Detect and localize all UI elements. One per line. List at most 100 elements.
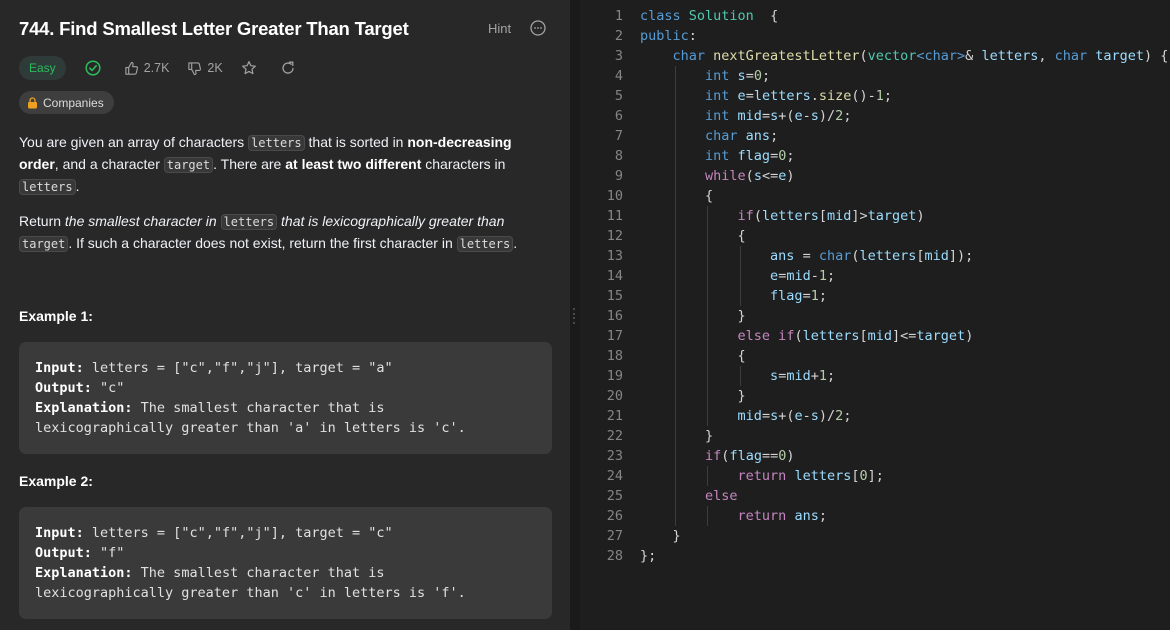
code-text: int e=letters.size()-1;	[640, 86, 892, 106]
code-line[interactable]: 4 int s=0;	[580, 66, 1168, 86]
code-token: }	[737, 308, 746, 324]
code-token: )	[916, 208, 925, 224]
code-line[interactable]: 1 class Solution {	[580, 6, 1168, 26]
resize-handle-icon[interactable]	[573, 308, 576, 324]
code-token: s	[810, 108, 819, 124]
code-token: target	[1095, 48, 1145, 64]
code-line[interactable]: 9 while(s<=e)	[580, 166, 1168, 186]
code-token: ;	[818, 288, 827, 304]
favorite-button[interactable]	[241, 60, 262, 76]
hint-button[interactable]: Hint	[488, 21, 511, 36]
code-line[interactable]: 21 mid=s+(e-s)/2;	[580, 406, 1168, 426]
code-token: ) {	[1144, 48, 1169, 64]
code-text: else	[640, 486, 738, 506]
inline-code: target	[19, 236, 69, 252]
code-line[interactable]: 18 {	[580, 346, 1168, 366]
line-number: 9	[614, 168, 623, 184]
code-line[interactable]: 22 }	[580, 426, 1168, 446]
code-text: if(letters[mid]>target)	[640, 206, 925, 226]
input-label: Input:	[35, 360, 84, 376]
code-token: [	[859, 328, 868, 344]
code-text: public:	[640, 26, 697, 46]
code-line[interactable]: 8 int flag=0;	[580, 146, 1168, 166]
line-number: 24	[606, 468, 623, 484]
code-text: mid=s+(e-s)/2;	[640, 406, 852, 426]
indent-guide	[674, 466, 676, 486]
code-token: [	[818, 208, 827, 224]
explanation-label: Explanation:	[35, 565, 133, 581]
code-line[interactable]: 14 e=mid-1;	[580, 266, 1168, 286]
code-line[interactable]: 16 }	[580, 306, 1168, 326]
line-number: 23	[606, 448, 623, 464]
code-token: =	[802, 288, 811, 304]
code-line[interactable]: 23 if(flag==0)	[580, 446, 1168, 466]
code-token: ];	[867, 468, 884, 484]
code-line[interactable]: 20 }	[580, 386, 1168, 406]
code-token: (	[753, 208, 762, 224]
code-token: letters	[761, 208, 819, 224]
share-button[interactable]	[280, 60, 301, 76]
code-line[interactable]: 2 public:	[580, 26, 1168, 46]
code-token: 1	[818, 368, 827, 384]
desc-text: characters in	[421, 156, 506, 172]
line-number: 16	[606, 308, 623, 324]
code-line[interactable]: 11 if(letters[mid]>target)	[580, 206, 1168, 226]
companies-button[interactable]: Companies	[19, 91, 114, 114]
code-token: -	[802, 408, 811, 424]
more-options-icon[interactable]	[530, 20, 546, 36]
indent-guide	[674, 66, 676, 86]
example-2-box: Input: letters = ["c","f","j"], target =…	[19, 507, 552, 619]
code-line[interactable]: 26 return ans;	[580, 506, 1168, 526]
dislike-button[interactable]: 2K	[187, 61, 223, 76]
code-token: s	[770, 408, 779, 424]
code-line[interactable]: 3 char nextGreatestLetter(vector<char>& …	[580, 46, 1169, 66]
code-token: {	[737, 348, 746, 364]
code-line[interactable]: 6 int mid=s+(e-s)/2;	[580, 106, 1168, 126]
code-token: char	[818, 248, 852, 264]
line-number: 2	[614, 28, 623, 44]
code-line[interactable]: 25 else	[580, 486, 1168, 506]
code-token: =	[761, 408, 771, 424]
example-output: "c"	[91, 380, 125, 396]
line-number: 6	[614, 108, 623, 124]
code-token: ]>	[851, 208, 868, 224]
code-line[interactable]: 12 {	[580, 226, 1168, 246]
code-token: )	[965, 328, 974, 344]
desc-italic: the smallest character in	[64, 213, 221, 229]
code-line[interactable]: 27 }	[580, 526, 1168, 546]
code-line[interactable]: 10 {	[580, 186, 1168, 206]
example-explanation: The smallest character that is	[132, 400, 385, 416]
code-token: return	[737, 508, 795, 524]
code-token: return	[737, 468, 795, 484]
code-token: class	[640, 8, 689, 24]
code-token: :	[688, 28, 697, 44]
code-text: if(flag==0)	[640, 446, 794, 466]
code-line[interactable]: 28};	[580, 546, 1168, 566]
indent-guide	[707, 366, 709, 386]
code-token: ]<=	[892, 328, 917, 344]
code-line[interactable]: 7 char ans;	[580, 126, 1168, 146]
code-line[interactable]: 17 else if(letters[mid]<=target)	[580, 326, 1168, 346]
code-lines[interactable]: 1 class Solution { 2 public: 3 char nextGrea…	[580, 6, 1169, 566]
code-line[interactable]: 13 ans = char(letters[mid]);	[580, 246, 1168, 266]
code-token: else if	[737, 328, 795, 344]
line-number: 19	[606, 368, 623, 384]
desc-text: .	[513, 235, 518, 251]
code-line[interactable]: 15 flag=1;	[580, 286, 1168, 306]
example-explanation: lexicographically greater than 'c' in le…	[35, 585, 466, 601]
code-line[interactable]: 19 s=mid+1;	[580, 366, 1168, 386]
code-token: {	[705, 188, 714, 204]
code-token: ans	[770, 248, 795, 264]
share-icon	[282, 61, 294, 74]
line-number: 7	[614, 128, 623, 144]
dislike-count: 2K	[207, 61, 223, 75]
like-button[interactable]: 2.7K	[124, 61, 169, 76]
code-line[interactable]: 5 int e=letters.size()-1;	[580, 86, 1168, 106]
code-token: -	[810, 268, 819, 284]
example-input: letters = ["c","f","j"], target = "c"	[83, 525, 393, 541]
code-token: =	[761, 108, 771, 124]
line-number: 3	[614, 48, 623, 64]
code-line[interactable]: 24 return letters[0];	[580, 466, 1168, 486]
line-number: 4	[614, 68, 623, 84]
code-editor[interactable]: 1 class Solution { 2 public: 3 char nextGrea…	[580, 0, 1170, 630]
